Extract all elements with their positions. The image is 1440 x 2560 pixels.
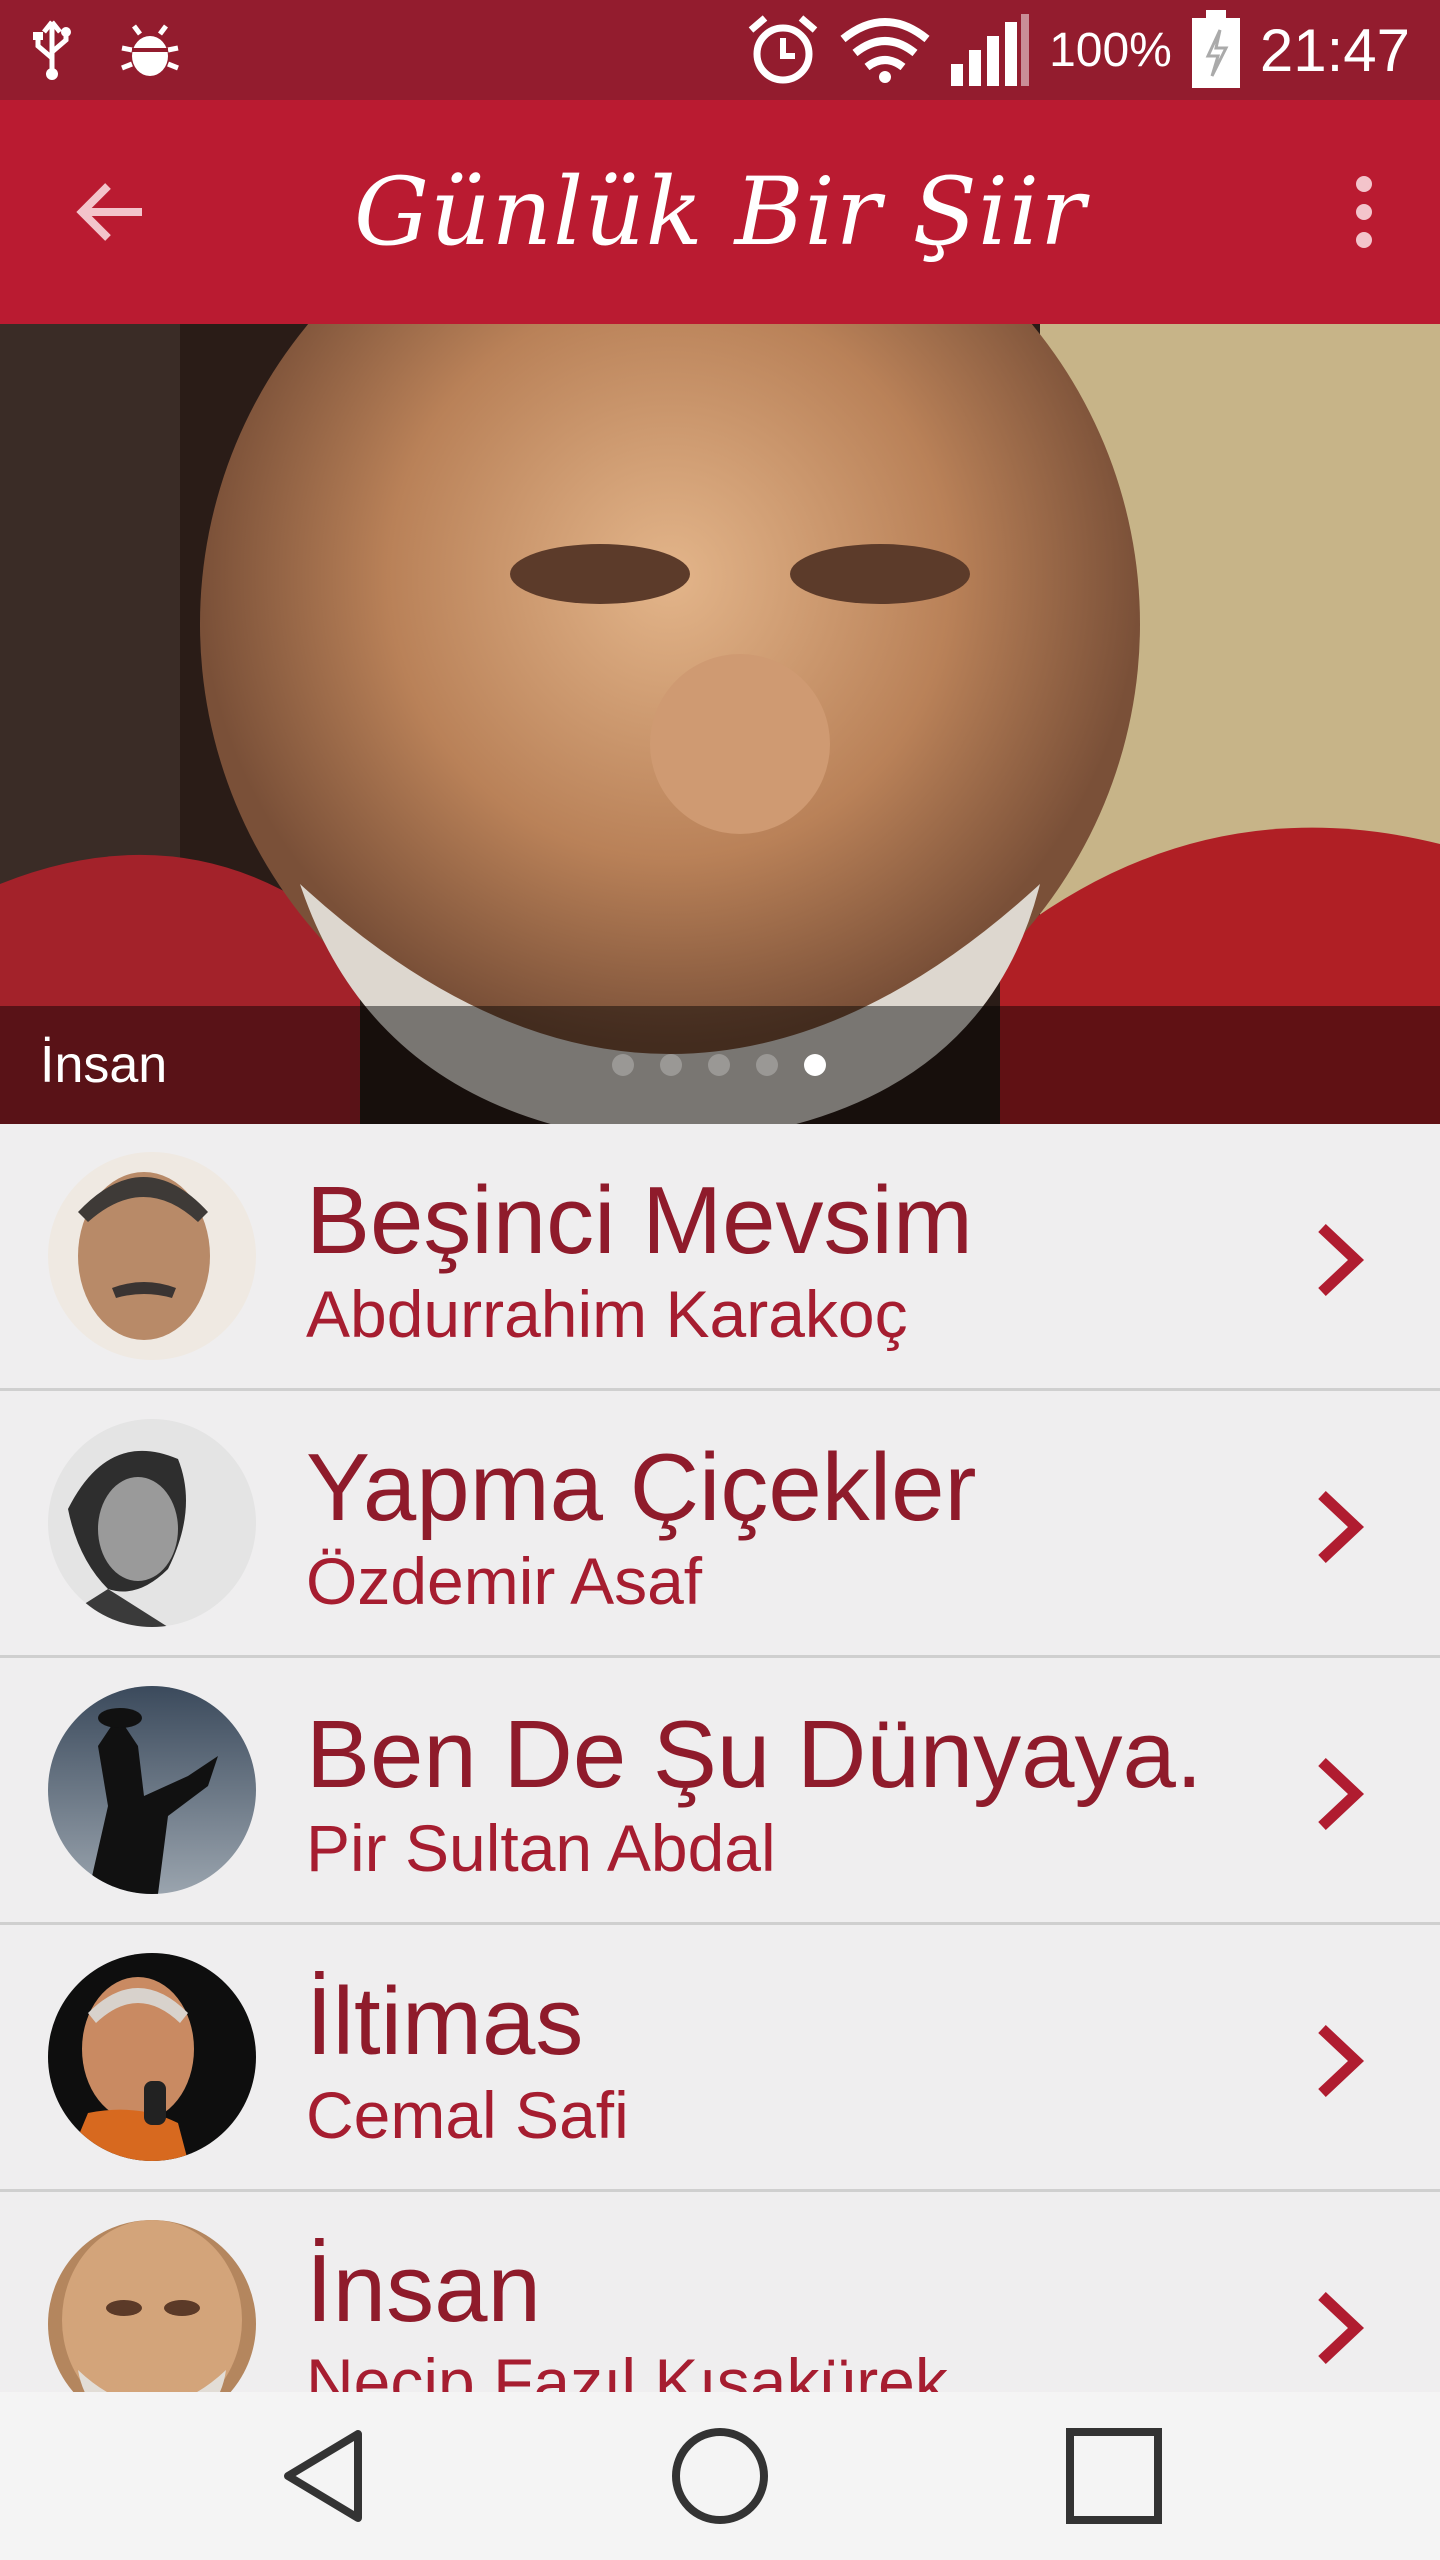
poem-title: İltimas: [306, 1968, 584, 2075]
poet-avatar: [48, 1953, 256, 2161]
page-dot-active[interactable]: [804, 1054, 826, 1076]
battery-percent: 100%: [1049, 23, 1172, 77]
slider-page-indicator: [612, 1054, 826, 1076]
poem-row[interactable]: İnsan Necip Fazıl Kısakürek: [0, 2192, 1440, 2392]
back-arrow-icon[interactable]: [70, 170, 154, 254]
alarm-icon: [748, 15, 818, 84]
signal-icon: [951, 14, 1030, 86]
page-dot[interactable]: [756, 1054, 778, 1076]
usb-icon: [33, 20, 71, 80]
page-dot[interactable]: [708, 1054, 730, 1076]
page-dot[interactable]: [660, 1054, 682, 1076]
app-bar: Günlük Bir Şiir: [0, 100, 1440, 324]
app-title: Günlük Bir Şiir: [353, 157, 1087, 267]
poem-row[interactable]: Yapma Çiçekler Özdemir Asaf: [0, 1391, 1440, 1658]
slider-caption: İnsan: [40, 1036, 168, 1094]
wifi-icon: [840, 18, 930, 83]
chevron-right-icon: [1318, 1490, 1365, 1564]
page-dot[interactable]: [612, 1054, 634, 1076]
battery-icon: [1191, 10, 1240, 88]
recents-square-icon[interactable]: [1062, 2424, 1166, 2528]
poem-author: Pir Sultan Abdal: [306, 1811, 776, 1885]
poem-author: Necip Fazıl Kısakürek: [306, 2345, 948, 2392]
poem-row[interactable]: Ben De Şu Dünyaya... Pir Sultan Abdal: [0, 1658, 1440, 1925]
poem-author: Özdemir Asaf: [306, 1544, 703, 1618]
poem-author: Cemal Safi: [306, 2078, 629, 2152]
poem-row[interactable]: İltimas Cemal Safi: [0, 1925, 1440, 2192]
poem-list[interactable]: Beşinci Mevsim Abdurrahim Karakoç Yapma …: [0, 1124, 1440, 2392]
poem-row[interactable]: Beşinci Mevsim Abdurrahim Karakoç: [0, 1124, 1440, 1391]
back-triangle-icon[interactable]: [274, 2424, 378, 2528]
poet-avatar: [48, 1419, 256, 1627]
slider-caption-bar: İnsan: [0, 1006, 1440, 1124]
home-circle-icon[interactable]: [668, 2424, 772, 2528]
poet-avatar: [48, 1152, 256, 1360]
featured-poem-slider[interactable]: İnsan: [0, 324, 1440, 1124]
chevron-right-icon: [1318, 2291, 1365, 2365]
overflow-menu-icon[interactable]: [1344, 170, 1384, 254]
poem-title: İnsan: [306, 2235, 541, 2342]
poet-avatar: [48, 2220, 256, 2392]
poem-title: Beşinci Mevsim: [306, 1167, 973, 1274]
chevron-right-icon: [1318, 2024, 1365, 2098]
status-bar: 100% 21:47: [0, 0, 1440, 100]
poem-title: Yapma Çiçekler: [306, 1434, 977, 1541]
chevron-right-icon: [1318, 1223, 1365, 1297]
poet-portrait-image: [0, 324, 1440, 1124]
poet-avatar: [48, 1686, 256, 1894]
system-nav-bar: [0, 2392, 1440, 2560]
clock: 21:47: [1259, 16, 1410, 84]
poem-author: Abdurrahim Karakoç: [306, 1277, 908, 1351]
bug-icon: [121, 24, 179, 76]
poem-title: Ben De Şu Dünyaya...: [306, 1701, 1206, 1808]
chevron-right-icon: [1318, 1757, 1365, 1831]
